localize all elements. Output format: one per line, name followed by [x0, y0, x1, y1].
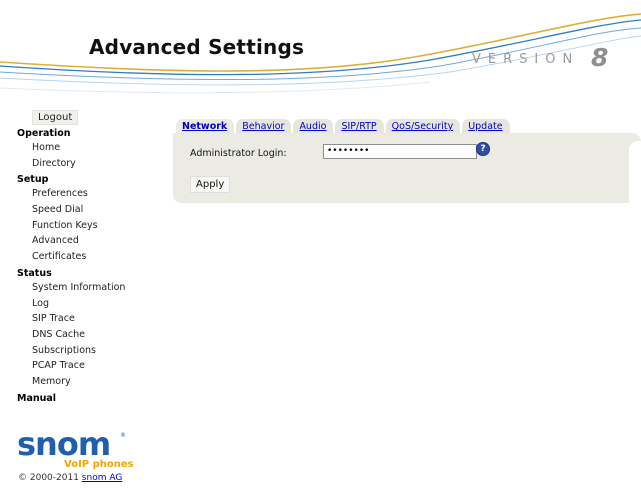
page-title: Advanced Settings: [89, 35, 305, 59]
sidebar-item-directory[interactable]: Directory: [17, 156, 157, 172]
snom-logo: snom ® VoIP phones: [17, 425, 137, 474]
nav-section-setup: Setup: [17, 174, 49, 186]
settings-panel: Administrator Login: •••••••• ? Apply: [173, 133, 641, 203]
sidebar-item-sip-trace[interactable]: SIP Trace: [17, 311, 157, 327]
sidebar-item-memory[interactable]: Memory: [17, 374, 157, 390]
tab-behavior[interactable]: Behavior: [236, 119, 292, 134]
apply-button[interactable]: Apply: [190, 176, 231, 193]
sidebar: Logout Operation Home Directory Setup Pr…: [17, 110, 157, 405]
sidebar-item-function-keys[interactable]: Function Keys: [17, 218, 157, 234]
sidebar-item-home[interactable]: Home: [17, 140, 157, 156]
tab-update[interactable]: Update: [462, 119, 510, 134]
logo-tagline: VoIP phones: [64, 459, 134, 470]
header: Advanced Settings VERSION 8: [0, 0, 641, 105]
copyright-text: © 2000-2011: [18, 473, 79, 483]
admin-login-password-field[interactable]: ••••••••: [323, 144, 477, 159]
nav-section-manual[interactable]: Manual: [17, 392, 157, 405]
logo-wordmark: snom: [17, 428, 110, 463]
sidebar-item-pcap-trace[interactable]: PCAP Trace: [17, 358, 157, 374]
sidebar-item-dns-cache[interactable]: DNS Cache: [17, 327, 157, 343]
logout-button[interactable]: Logout: [32, 110, 79, 125]
company-link[interactable]: snom AG: [82, 473, 123, 483]
tab-network[interactable]: Network: [176, 119, 235, 134]
svg-text:®: ®: [120, 432, 126, 439]
copyright: © 2000-2011 snom AG: [18, 473, 122, 483]
sidebar-item-log[interactable]: Log: [17, 296, 157, 312]
sidebar-item-speed-dial[interactable]: Speed Dial: [17, 202, 157, 218]
sidebar-item-preferences[interactable]: Preferences: [17, 186, 157, 202]
tab-audio[interactable]: Audio: [293, 119, 334, 134]
nav-section-status: Status: [17, 267, 52, 279]
tab-qos-security[interactable]: QoS/Security: [385, 119, 461, 134]
version-label: VERSION: [472, 52, 580, 67]
admin-login-label: Administrator Login:: [190, 148, 287, 159]
sidebar-item-subscriptions[interactable]: Subscriptions: [17, 343, 157, 359]
sidebar-item-advanced[interactable]: Advanced: [17, 233, 157, 249]
question-circle-icon[interactable]: ?: [476, 142, 490, 156]
tab-sip-rtp[interactable]: SIP/RTP: [335, 119, 384, 134]
sidebar-item-system-information[interactable]: System Information: [17, 280, 157, 296]
nav-section-operation: Operation: [17, 128, 71, 139]
version-number: 8: [591, 43, 609, 72]
sidebar-item-certificates[interactable]: Certificates: [17, 249, 157, 265]
